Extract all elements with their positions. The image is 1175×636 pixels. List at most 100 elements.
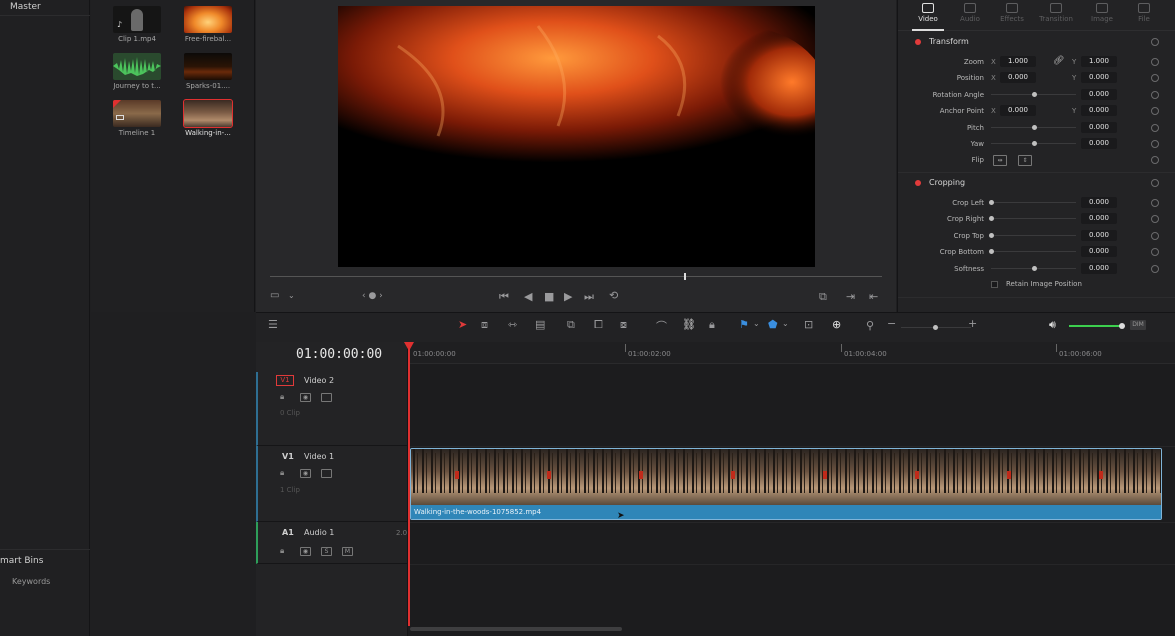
- flip-horizontal-icon[interactable]: ⇹: [993, 155, 1007, 166]
- detail-zoom-icon[interactable]: ⊕: [832, 318, 841, 331]
- zoom-out-icon[interactable]: ⚲: [866, 319, 874, 332]
- slider-knob[interactable]: [1032, 266, 1037, 271]
- lock-icon[interactable]: 🔒︎: [280, 468, 284, 478]
- loop-icon[interactable]: ⟲: [609, 289, 618, 302]
- speaker-icon[interactable]: 🔊︎: [1049, 318, 1056, 332]
- match-frame-icon[interactable]: ⧉: [819, 290, 827, 304]
- viewer-playhead[interactable]: [684, 273, 686, 280]
- track-destination-v2[interactable]: V1: [276, 375, 294, 386]
- play-reverse-icon[interactable]: ◀: [524, 290, 532, 303]
- auto-select-icon[interactable]: ◉: [300, 547, 311, 556]
- yaw-field[interactable]: 0.000: [1081, 138, 1117, 149]
- auto-select-icon[interactable]: ◉: [300, 469, 311, 478]
- tab-transition[interactable]: Transition: [1036, 3, 1076, 23]
- reset-icon[interactable]: [1151, 156, 1159, 164]
- snapping-icon[interactable]: ⌒: [656, 318, 667, 334]
- zoom-x-field[interactable]: 1.000: [1000, 56, 1036, 67]
- anchor-y-field[interactable]: 0.000: [1081, 105, 1117, 116]
- insert-clip-icon[interactable]: ⧉: [567, 318, 575, 332]
- stop-icon[interactable]: ■: [544, 290, 554, 303]
- reset-icon[interactable]: [1151, 265, 1159, 273]
- pitch-field[interactable]: 0.000: [1081, 122, 1117, 133]
- track-enable-icon[interactable]: [321, 393, 332, 402]
- transform-heading[interactable]: Transform: [929, 37, 969, 46]
- smart-bin-keywords[interactable]: Keywords: [12, 577, 50, 586]
- slider-knob[interactable]: [1032, 125, 1037, 130]
- slider-knob[interactable]: [1032, 141, 1037, 146]
- track-name[interactable]: Video 2: [304, 376, 334, 385]
- chevron-down-icon[interactable]: ⌄: [782, 319, 789, 328]
- link-icon[interactable]: 🔗︎: [1053, 56, 1064, 66]
- crop-bottom-slider[interactable]: [994, 251, 1076, 252]
- reset-icon[interactable]: [1151, 215, 1159, 223]
- viewer-scrubber[interactable]: [270, 276, 882, 277]
- tab-video[interactable]: Video: [908, 3, 948, 23]
- replace-clip-icon[interactable]: ⧇: [620, 318, 627, 332]
- playhead-handle[interactable]: [404, 342, 414, 351]
- media-item-fireball[interactable]: Free-firebal...: [184, 6, 244, 43]
- slider-knob[interactable]: [1032, 92, 1037, 97]
- crop-right-field[interactable]: 0.000: [1081, 213, 1117, 224]
- go-to-end-icon[interactable]: ⏭: [584, 290, 594, 304]
- reset-icon[interactable]: [1151, 179, 1159, 187]
- timeline-ruler[interactable]: 01:00:00:00 01:00:02:00 01:00:04:00 01:0…: [409, 342, 1175, 364]
- flip-vertical-icon[interactable]: ⇕: [1018, 155, 1032, 166]
- previous-clip-icon[interactable]: ⇤: [869, 290, 878, 303]
- crop-left-slider[interactable]: [994, 202, 1076, 203]
- reset-icon[interactable]: [1151, 107, 1159, 115]
- softness-field[interactable]: 0.000: [1081, 263, 1117, 274]
- anchor-x-field[interactable]: 0.000: [1000, 105, 1036, 116]
- track-video-1[interactable]: V1 Video 1 🔒︎ ◉ 1 Clip: [256, 446, 408, 522]
- zoom-y-field[interactable]: 1.000: [1081, 56, 1117, 67]
- plus-icon[interactable]: +: [968, 317, 977, 330]
- zoom-slider-knob[interactable]: [933, 325, 938, 330]
- reset-icon[interactable]: [1151, 91, 1159, 99]
- linked-selection-icon[interactable]: ⛓︎: [682, 318, 696, 331]
- cropping-heading[interactable]: Cropping: [929, 178, 965, 187]
- reset-icon[interactable]: [1151, 58, 1159, 66]
- media-item-clip1[interactable]: ♪ Clip 1.mp4: [113, 6, 173, 43]
- reset-icon[interactable]: [1151, 232, 1159, 240]
- tab-audio[interactable]: Audio: [950, 3, 990, 23]
- full-extent-zoom-icon[interactable]: ⊡: [804, 318, 813, 331]
- viewer-layout-icon[interactable]: ▭: [270, 290, 279, 301]
- position-y-field[interactable]: 0.000: [1081, 72, 1117, 83]
- trim-tool-icon[interactable]: ⧈: [481, 318, 488, 332]
- media-item-journey[interactable]: Journey to t...: [113, 53, 173, 90]
- track-video-2[interactable]: V1 Video 2 🔒︎ ◉ 0 Clip: [256, 372, 408, 446]
- crop-top-slider[interactable]: [994, 235, 1076, 236]
- selection-tool-icon[interactable]: ➤: [458, 318, 467, 331]
- volume-slider[interactable]: [1069, 325, 1121, 327]
- go-to-start-icon[interactable]: ⏮: [499, 290, 509, 304]
- reset-icon[interactable]: [1151, 199, 1159, 207]
- chevron-down-icon[interactable]: ⌄: [753, 319, 760, 328]
- chevron-down-icon[interactable]: ⌄: [288, 291, 295, 300]
- crop-right-slider[interactable]: [994, 218, 1076, 219]
- timeline-horizontal-scrollbar[interactable]: [410, 627, 622, 631]
- dim-button[interactable]: DIM: [1130, 320, 1146, 330]
- crop-top-field[interactable]: 0.000: [1081, 230, 1117, 241]
- next-clip-icon[interactable]: ⇥: [846, 290, 855, 303]
- clip-label-bar[interactable]: Walking-in-the-woods-1075852.mp4: [411, 505, 1161, 519]
- jog-control-icon[interactable]: ‹ ● ›: [362, 291, 383, 301]
- position-x-field[interactable]: 0.000: [1000, 72, 1036, 83]
- bin-master[interactable]: Master: [10, 2, 41, 12]
- timeline-timecode[interactable]: 01:00:00:00: [296, 347, 382, 362]
- tab-file[interactable]: File: [1124, 3, 1164, 23]
- retain-image-position-checkbox[interactable]: [991, 281, 998, 288]
- overwrite-clip-icon[interactable]: ⧠: [594, 318, 603, 332]
- play-icon[interactable]: ▶: [564, 290, 572, 303]
- track-audio-1[interactable]: A1 Audio 1 2.0 🔒︎ ◉ S M: [256, 522, 408, 564]
- blade-tool-icon[interactable]: ▤: [535, 318, 545, 331]
- flag-icon[interactable]: ⚑: [739, 318, 749, 331]
- reset-icon[interactable]: [1151, 74, 1159, 82]
- cropping-enable-dot[interactable]: [915, 180, 921, 186]
- playhead-line[interactable]: [408, 346, 410, 626]
- track-name[interactable]: Video 1: [304, 452, 334, 461]
- tab-image[interactable]: Image: [1082, 3, 1122, 23]
- track-id[interactable]: A1: [282, 528, 294, 537]
- volume-knob[interactable]: [1119, 323, 1125, 329]
- track-enable-icon[interactable]: [321, 469, 332, 478]
- media-item-walking[interactable]: Walking-in-...: [183, 99, 244, 137]
- media-item-timeline1[interactable]: Timeline 1: [113, 100, 173, 137]
